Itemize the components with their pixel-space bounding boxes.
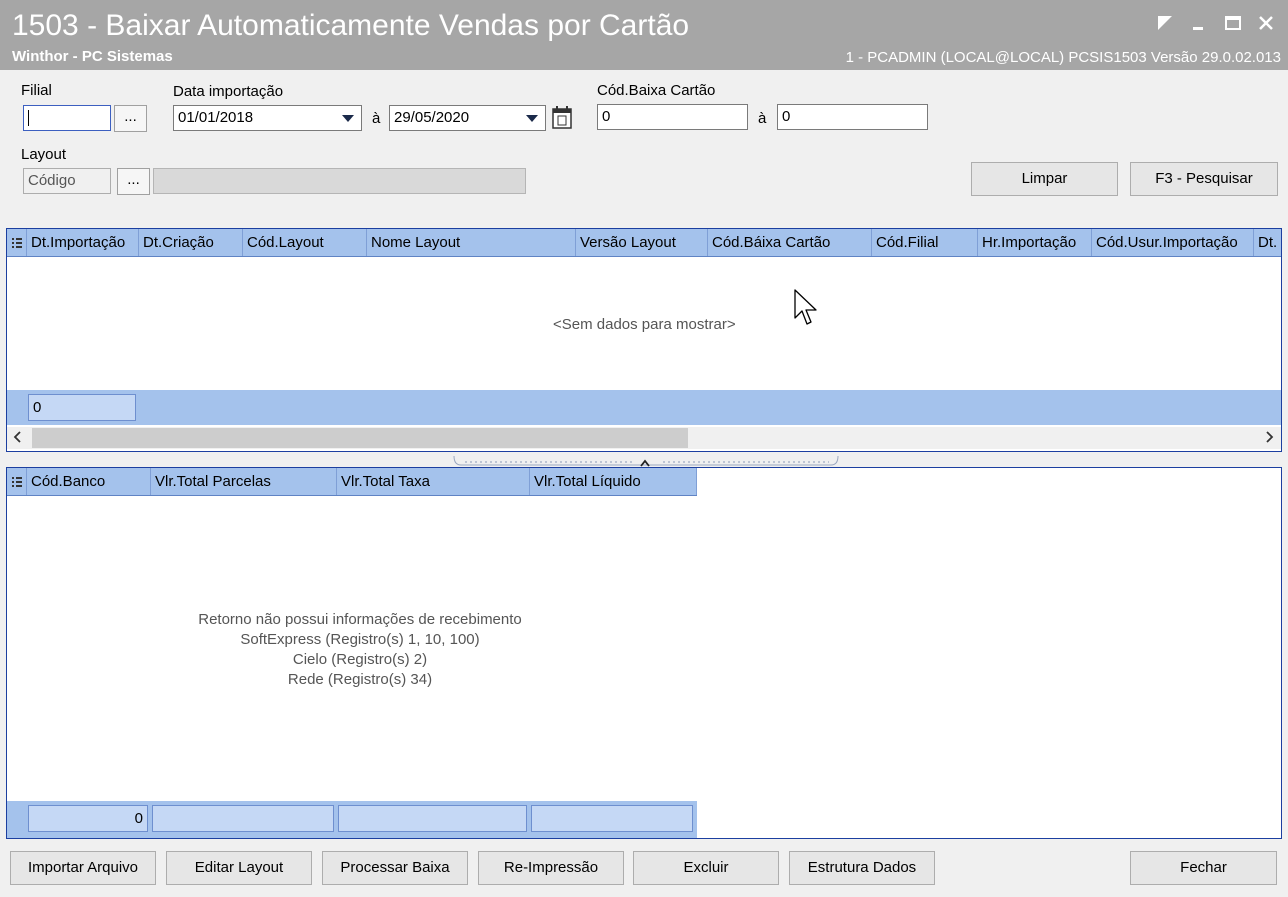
footer-vlr-liquido — [531, 805, 693, 832]
grid-header: Cód.Banco Vlr.Total Parcelas Vlr.Total T… — [7, 468, 697, 496]
limpar-button[interactable]: Limpar — [971, 162, 1118, 196]
data-from-input[interactable]: 01/01/2018 — [173, 105, 362, 131]
date-from-dropdown-icon[interactable] — [336, 106, 360, 130]
column-dt-criacao[interactable]: Dt.Criação — [139, 229, 243, 256]
date-to-dropdown-icon[interactable] — [520, 106, 544, 130]
panel-splitter[interactable] — [453, 454, 839, 467]
column-versao-layout[interactable]: Versão Layout — [576, 229, 708, 256]
cod-baixa-label: Cód.Baixa Cartão — [597, 82, 716, 99]
column-cod-banco[interactable]: Cód.Banco — [27, 468, 151, 495]
layout-label: Layout — [21, 146, 67, 163]
title-bar: 1503 - Baixar Automaticamente Vendas por… — [0, 0, 1288, 70]
column-vlr-total-taxa[interactable]: Vlr.Total Taxa — [337, 468, 530, 495]
pesquisar-button[interactable]: F3 - Pesquisar — [1130, 162, 1278, 196]
processar-baixa-button[interactable]: Processar Baixa — [322, 851, 468, 885]
editar-layout-button[interactable]: Editar Layout — [166, 851, 312, 885]
cod-baixa-to-input[interactable]: 0 — [777, 104, 928, 130]
layout-lookup-button[interactable]: ... — [117, 168, 150, 195]
empty-grid-message: <Sem dados para mostrar> — [553, 316, 736, 333]
column-chooser-icon[interactable] — [7, 229, 27, 256]
layout-code-input[interactable]: Código — [23, 168, 111, 194]
user-version-info: 1 - PCADMIN (LOCAL@LOCAL) PCSIS1503 Vers… — [845, 49, 1281, 66]
importacoes-grid: Dt.Importação Dt.Criação Cód.Layout Nome… — [6, 228, 1282, 452]
column-cod-layout[interactable]: Cód.Layout — [243, 229, 367, 256]
column-vlr-total-liquido[interactable]: Vlr.Total Líquido — [530, 468, 697, 495]
column-cod-baixa-cartao[interactable]: Cód.Báixa Cartão — [708, 229, 872, 256]
footer-vlr-taxa — [338, 805, 527, 832]
column-nome-layout[interactable]: Nome Layout — [367, 229, 576, 256]
filial-label: Filial — [21, 82, 52, 99]
estrutura-dados-button[interactable]: Estrutura Dados — [789, 851, 935, 885]
column-dt[interactable]: Dt. — [1254, 229, 1281, 256]
excluir-button[interactable]: Excluir — [633, 851, 779, 885]
grid-footer: 0 — [7, 390, 1281, 425]
footer-count: 0 — [28, 394, 136, 421]
reimpressao-button[interactable]: Re-Impressão — [478, 851, 624, 885]
filial-input[interactable] — [23, 105, 111, 131]
footer-cod-banco: 0 — [28, 805, 148, 832]
column-dt-importacao[interactable]: Dt.Importação — [27, 229, 139, 256]
mouse-cursor-icon — [794, 289, 818, 331]
date-range-separator: à — [372, 110, 381, 127]
column-chooser-icon[interactable] — [7, 468, 27, 495]
column-cod-usur-importacao[interactable]: Cód.Usur.Importação — [1092, 229, 1254, 256]
cod-baixa-from-input[interactable]: 0 — [597, 104, 748, 130]
close-icon[interactable] — [1253, 10, 1279, 36]
totais-grid: Cód.Banco Vlr.Total Parcelas Vlr.Total T… — [6, 467, 1282, 839]
footer-vlr-parcelas — [152, 805, 334, 832]
horizontal-scrollbar[interactable] — [7, 427, 1281, 449]
scroll-left-icon[interactable] — [12, 430, 22, 448]
cod-range-separator: à — [758, 110, 767, 127]
maximize-icon[interactable] — [1220, 10, 1246, 36]
layout-description-field — [153, 168, 526, 194]
data-importacao-label: Data importação — [173, 83, 284, 100]
fechar-button[interactable]: Fechar — [1130, 851, 1277, 885]
window-subtitle: Winthor - PC Sistemas — [12, 48, 173, 65]
filial-lookup-button[interactable]: ... — [114, 105, 147, 132]
window-title: 1503 - Baixar Automaticamente Vendas por… — [12, 9, 690, 42]
calendar-icon[interactable] — [548, 104, 576, 132]
grid-header: Dt.Importação Dt.Criação Cód.Layout Nome… — [7, 229, 1281, 257]
column-cod-filial[interactable]: Cód.Filial — [872, 229, 978, 256]
grid-footer: 0 — [7, 801, 697, 838]
empty-info-message: Retorno não possui informações de recebi… — [198, 611, 522, 688]
scroll-thumb[interactable] — [32, 428, 688, 448]
column-hr-importacao[interactable]: Hr.Importação — [978, 229, 1092, 256]
restore-icon[interactable] — [1152, 10, 1178, 36]
text-caret — [28, 110, 29, 127]
minimize-icon[interactable] — [1186, 10, 1212, 36]
scroll-right-icon[interactable] — [1265, 430, 1275, 448]
column-vlr-total-parcelas[interactable]: Vlr.Total Parcelas — [151, 468, 337, 495]
importar-arquivo-button[interactable]: Importar Arquivo — [10, 851, 156, 885]
